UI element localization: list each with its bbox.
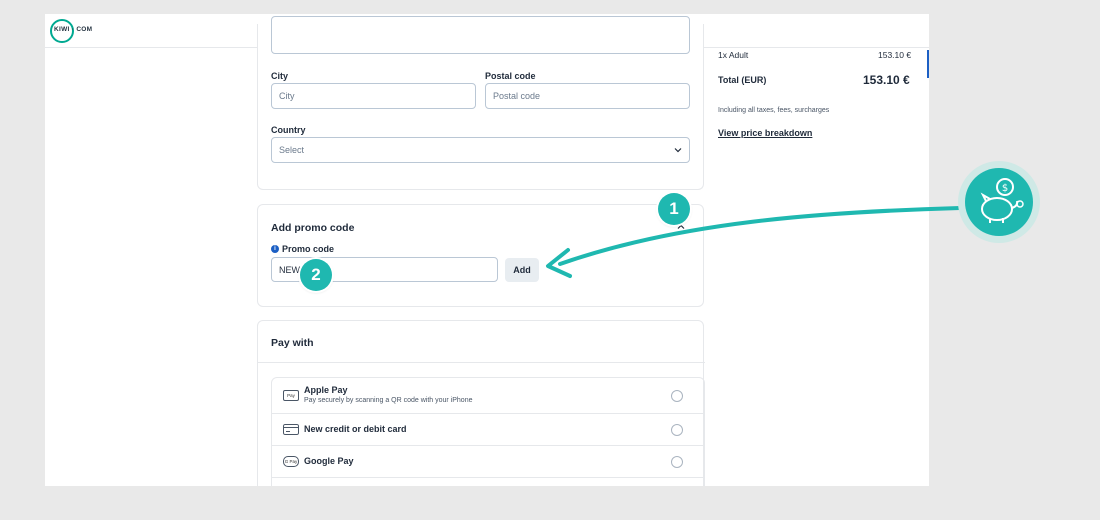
payment-methods-list: Pay Apple Pay Pay securely by scanning a… bbox=[271, 377, 705, 486]
pay-card: Pay with Pay Apple Pay Pay securely by s… bbox=[257, 320, 705, 486]
payment-method-name: New credit or debit card bbox=[304, 424, 407, 434]
apple-pay-icon: Pay bbox=[283, 390, 299, 401]
svg-text:$: $ bbox=[1002, 183, 1008, 194]
payment-method-partial[interactable] bbox=[272, 478, 704, 486]
postal-code-input[interactable]: Postal code bbox=[485, 83, 690, 109]
step-1-badge: 1 bbox=[658, 193, 690, 225]
passenger-label: 1x Adult bbox=[718, 50, 749, 60]
payment-method-card[interactable]: New credit or debit card bbox=[272, 414, 704, 446]
country-label: Country bbox=[271, 125, 306, 135]
promo-card: Add promo code i Promo code NEW Add bbox=[257, 204, 704, 307]
taxes-note: Including all taxes, fees, surcharges bbox=[718, 107, 830, 114]
divider bbox=[258, 362, 705, 363]
scroll-indicator bbox=[927, 50, 929, 78]
checkout-window: KIWI · COM City City Postal code Postal … bbox=[45, 14, 929, 486]
radio-button[interactable] bbox=[671, 424, 683, 436]
chevron-down-icon bbox=[674, 148, 682, 153]
promo-title: Add promo code bbox=[271, 222, 355, 234]
credit-card-icon bbox=[283, 424, 299, 435]
passenger-price: 153.10 € bbox=[878, 50, 912, 60]
radio-button[interactable] bbox=[671, 456, 683, 468]
price-breakdown-link[interactable]: View price breakdown bbox=[718, 128, 812, 138]
pay-title: Pay with bbox=[271, 337, 314, 349]
piggy-bank-coin-icon: $ bbox=[965, 168, 1033, 236]
logo-text: KIWI · COM bbox=[54, 26, 93, 33]
payment-method-description: Pay securely by scanning a QR code with … bbox=[304, 397, 473, 404]
payment-method-name: Apple Pay bbox=[304, 385, 348, 395]
radio-button[interactable] bbox=[671, 390, 683, 402]
postal-code-label: Postal code bbox=[485, 71, 536, 81]
google-pay-icon: G Pay bbox=[283, 456, 299, 467]
address-card: City City Postal code Postal code Countr… bbox=[257, 16, 704, 190]
promo-field-label: Promo code bbox=[282, 244, 335, 254]
payment-method-google-pay[interactable]: G Pay Google Pay bbox=[272, 446, 704, 478]
total-price: 153.10 € bbox=[863, 73, 910, 87]
payment-method-name: Google Pay bbox=[304, 456, 354, 466]
step-2-badge: 2 bbox=[300, 259, 332, 291]
country-select-value: Select bbox=[279, 145, 305, 155]
city-label: City bbox=[271, 71, 289, 81]
total-label: Total (EUR) bbox=[718, 75, 767, 85]
add-promo-button[interactable]: Add bbox=[505, 258, 539, 282]
country-select[interactable]: Select bbox=[271, 137, 690, 163]
info-icon: i bbox=[271, 245, 279, 253]
payment-method-apple-pay[interactable]: Pay Apple Pay Pay securely by scanning a… bbox=[272, 378, 704, 414]
city-input[interactable]: City bbox=[271, 83, 476, 109]
street-input-partial[interactable] bbox=[271, 16, 690, 54]
